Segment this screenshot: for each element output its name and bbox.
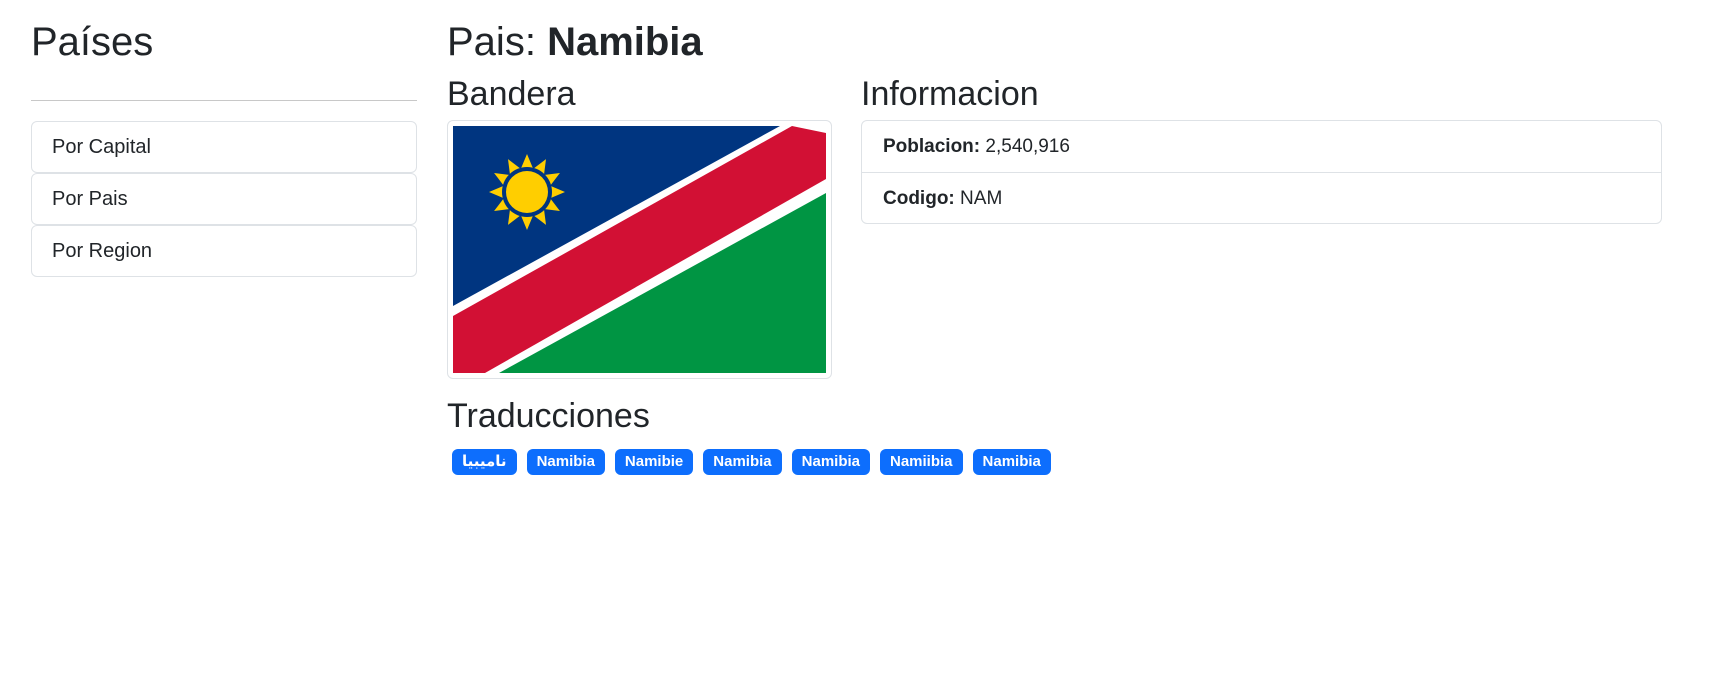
translations-badges: ناميبيا Namibia Namibie Namibia Namibia … — [447, 449, 1447, 475]
flag-thumbnail — [447, 120, 832, 379]
population-value: 2,540,916 — [985, 136, 1070, 157]
menu-item-por-capital[interactable]: Por Capital — [31, 121, 417, 173]
code-row: Codigo: NAM — [862, 172, 1661, 223]
flag-heading: Bandera — [447, 75, 576, 113]
menu-item-por-pais[interactable]: Por Pais — [31, 173, 417, 225]
translation-badge: ناميبيا — [452, 449, 517, 475]
info-heading: Informacion — [861, 75, 1039, 113]
namibia-flag-image — [453, 126, 826, 373]
main-content: Pais: Namibia Bandera Informacion Poblac… — [447, 0, 1667, 475]
population-row: Poblacion: 2,540,916 — [862, 121, 1661, 172]
translation-badge: Namiibia — [880, 449, 963, 475]
sidebar-menu: Por Capital Por Pais Por Region — [31, 121, 417, 277]
translation-badge: Namibia — [526, 449, 605, 475]
population-label: Poblacion: — [883, 136, 981, 157]
sidebar: Países Por Capital Por Pais Por Region — [31, 0, 417, 277]
flag-section: Bandera — [447, 74, 832, 379]
sidebar-title: Países — [31, 20, 154, 64]
menu-item-por-region[interactable]: Por Region — [31, 225, 417, 277]
translation-badge: Namibia — [972, 449, 1051, 475]
translation-badge: Namibia — [791, 449, 870, 475]
info-list: Poblacion: 2,540,916 Codigo: NAM — [861, 120, 1662, 224]
page: Países Por Capital Por Pais Por Region P… — [0, 0, 1731, 696]
country-name: Namibia — [547, 20, 703, 64]
translation-badge: Namibia — [703, 449, 782, 475]
sidebar-divider — [31, 100, 417, 101]
page-title-prefix: Pais: — [447, 20, 536, 64]
info-section: Informacion Poblacion: 2,540,916 Codigo:… — [861, 74, 1662, 224]
translations-section: Traducciones ناميبيا Namibia Namibie Nam… — [447, 396, 1447, 475]
translations-heading: Traducciones — [447, 397, 650, 435]
code-label: Codigo: — [883, 188, 955, 209]
code-value: NAM — [960, 188, 1003, 209]
page-title: Pais: Namibia — [447, 0, 1667, 66]
translation-badge: Namibie — [614, 449, 694, 475]
